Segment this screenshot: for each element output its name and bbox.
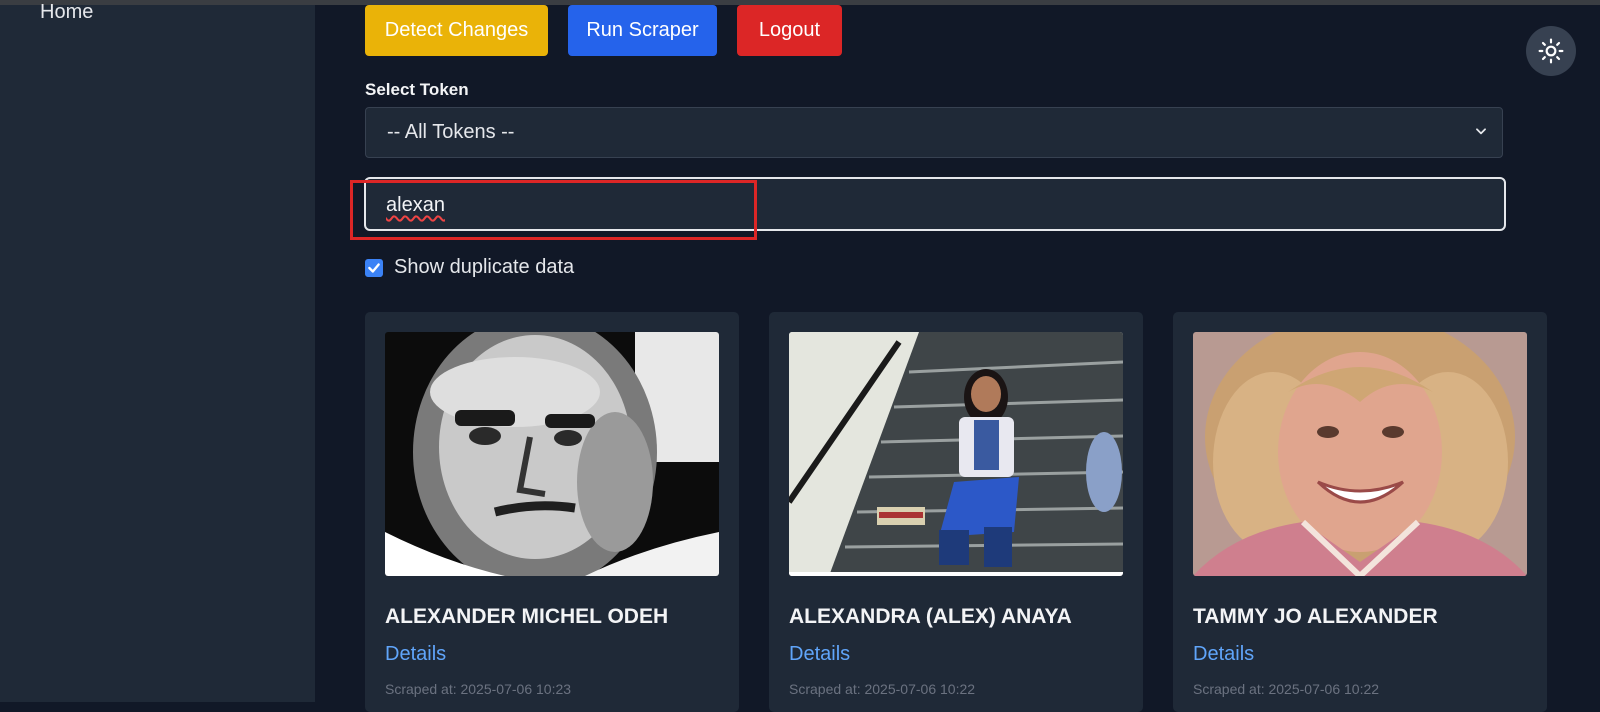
person-photo <box>385 332 719 576</box>
detect-changes-button[interactable]: Detect Changes <box>365 5 548 56</box>
theme-toggle-button[interactable] <box>1526 26 1576 76</box>
token-select-value: -- All Tokens -- <box>387 121 515 143</box>
person-name: TAMMY JO ALEXANDER <box>1193 605 1438 628</box>
scraped-timestamp: Scraped at: 2025-07-06 10:23 <box>385 681 572 697</box>
sidebar: Home <box>0 1 315 702</box>
show-duplicate-row: Show duplicate data <box>365 256 574 279</box>
result-card: ALEXANDER MICHEL ODEH Details Scraped at… <box>365 312 739 712</box>
show-duplicate-label[interactable]: Show duplicate data <box>394 256 574 279</box>
details-link[interactable]: Details <box>385 643 446 666</box>
result-card: ALEXANDRA (ALEX) ANAYA Details Scraped a… <box>769 312 1143 712</box>
scraped-timestamp: Scraped at: 2025-07-06 10:22 <box>1193 681 1380 697</box>
person-name: ALEXANDRA (ALEX) ANAYA <box>789 605 1072 628</box>
person-photo <box>789 332 1123 576</box>
select-token-label: Select Token <box>365 80 469 99</box>
scraped-timestamp: Scraped at: 2025-07-06 10:22 <box>789 681 976 697</box>
show-duplicate-checkbox[interactable] <box>365 258 383 277</box>
run-scraper-button[interactable]: Run Scraper <box>568 5 717 56</box>
person-name: ALEXANDER MICHEL ODEH <box>385 605 669 628</box>
check-icon <box>368 262 380 273</box>
annotation-highlight-box <box>350 180 757 240</box>
token-select[interactable]: -- All Tokens -- <box>365 107 1503 158</box>
details-link[interactable]: Details <box>789 643 850 666</box>
details-link[interactable]: Details <box>1193 643 1254 666</box>
result-card: TAMMY JO ALEXANDER Details Scraped at: 2… <box>1173 312 1547 712</box>
logout-button[interactable]: Logout <box>737 5 842 56</box>
sidebar-item-home[interactable]: Home <box>40 1 93 24</box>
sun-icon <box>1538 38 1564 64</box>
person-photo <box>1193 332 1527 576</box>
chevron-down-icon <box>1476 128 1486 135</box>
